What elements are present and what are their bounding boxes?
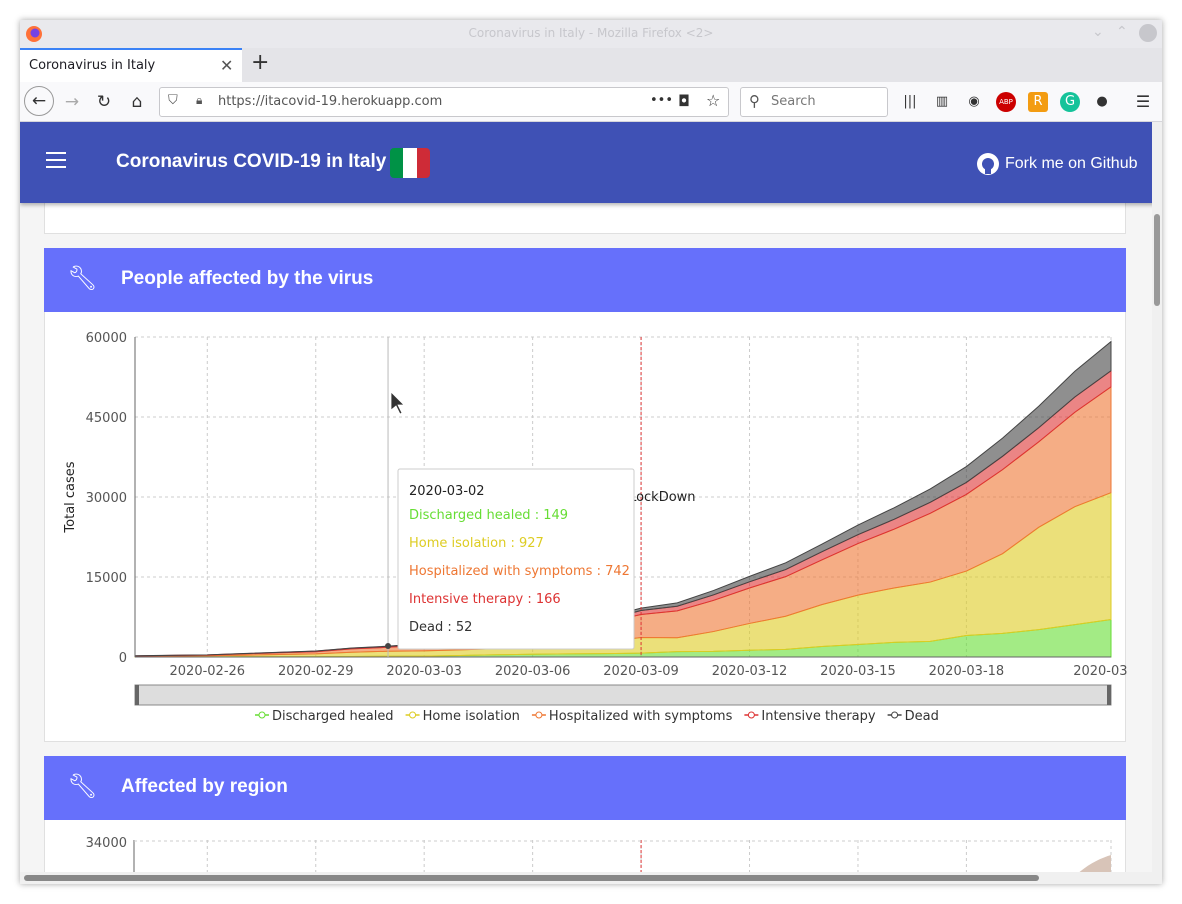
- people-affected-chart[interactable]: 0 15000 30000 45000 60000 2020-02-26 2020-02-2…: [45, 312, 1127, 742]
- tooltip-line: Hospitalized with symptoms : 742: [409, 564, 630, 579]
- x-tick-label: 2020-03-06: [495, 664, 571, 679]
- x-tick-label: 2020-03-09: [603, 664, 679, 679]
- tooltip-date: 2020-03-02: [409, 484, 485, 499]
- account-icon[interactable]: ◉: [964, 92, 984, 112]
- x-tick-label: 2020-03-12: [712, 664, 788, 679]
- tooltip-line: Discharged healed : 149: [409, 508, 568, 523]
- region-chart[interactable]: 34000: [45, 820, 1127, 872]
- minimize-icon[interactable]: ⌄: [1092, 24, 1104, 40]
- x-tick-label: 2020-02-26: [170, 664, 246, 679]
- people-affected-card: 🔧︎ People affected by the virus 0 15000 30…: [44, 248, 1127, 742]
- web-page: Coronavirus COVID-19 in Italy Fork me on…: [20, 122, 1152, 872]
- tab-coronavirus[interactable]: Coronavirus in Italy ✕: [20, 48, 242, 82]
- legend-marker: [535, 711, 543, 719]
- range-handle-left: [135, 685, 139, 705]
- legend-marker: [409, 711, 417, 719]
- y-axis-label: Total cases: [63, 461, 78, 533]
- legend-item: Home isolation: [423, 709, 520, 724]
- affected-by-region-card: 🔧︎ Affected by region 34000: [44, 756, 1126, 872]
- sidebar-icon[interactable]: ▥: [932, 92, 952, 112]
- legend-item: Intensive therapy: [761, 709, 876, 724]
- extension-balls-icon[interactable]: ●: [1092, 92, 1112, 112]
- menu-icon[interactable]: [46, 152, 66, 173]
- x-tick-label: 2020-03-15: [820, 664, 896, 679]
- y-tick-label: 45000: [86, 411, 127, 426]
- x-tick-label: 2020-03-03: [386, 664, 462, 679]
- github-link[interactable]: Fork me on Github: [1005, 155, 1138, 173]
- y-tick-label: 60000: [86, 331, 127, 346]
- card-header: 🔧︎ Affected by region: [44, 756, 1126, 820]
- x-tick-label: 2020-03-18: [929, 664, 1005, 679]
- title-bar: Coronavirus in Italy - Mozilla Firefox <…: [20, 20, 1162, 48]
- search-input[interactable]: ⚲ Search: [740, 87, 888, 117]
- new-tab-button[interactable]: +: [251, 50, 269, 75]
- scroll-thumb[interactable]: [24, 875, 1039, 881]
- legend-marker: [891, 711, 899, 719]
- app-title: Coronavirus COVID-19 in Italy: [116, 151, 387, 172]
- browser-window: Coronavirus in Italy - Mozilla Firefox <…: [20, 20, 1162, 884]
- hover-point: [385, 643, 392, 649]
- range-slider: [134, 684, 1112, 706]
- page-actions-icon[interactable]: •••: [650, 93, 673, 108]
- legend-marker: [747, 711, 755, 719]
- search-icon: ⚲: [749, 92, 760, 110]
- tab-title: Coronavirus in Italy: [29, 58, 156, 73]
- mouse-cursor-icon: [390, 391, 405, 415]
- region-area: [1079, 855, 1111, 872]
- horizontal-scrollbar[interactable]: [20, 872, 1162, 884]
- pocket-icon[interactable]: ◘: [678, 92, 690, 110]
- wrench-icon: 🔧︎: [67, 772, 98, 800]
- search-placeholder: Search: [771, 94, 816, 109]
- back-button[interactable]: ←: [24, 86, 54, 116]
- x-tick-label: 2020-03-22: [1073, 664, 1127, 679]
- scroll-thumb[interactable]: [1154, 214, 1160, 306]
- card-title: People affected by the virus: [121, 268, 374, 289]
- lock-icon[interactable]: 🔒︎: [196, 93, 202, 108]
- legend-item: Dead: [905, 709, 939, 724]
- y-tick-label: 0: [119, 651, 127, 666]
- tooltip-line: Intensive therapy : 166: [409, 592, 561, 607]
- card-header: 🔧︎ People affected by the virus: [44, 248, 1126, 312]
- app-header: Coronavirus COVID-19 in Italy Fork me on…: [20, 122, 1152, 203]
- vertical-scrollbar[interactable]: [1152, 122, 1162, 872]
- url-bar[interactable]: ⛉ 🔒︎ https://itacovid-19.herokuapp.com •…: [159, 87, 729, 117]
- hamburger-menu-icon[interactable]: ☰: [1133, 92, 1153, 112]
- legend-marker: [258, 711, 266, 719]
- tooltip-line: Home isolation : 927: [409, 536, 544, 551]
- legend-item: Hospitalized with symptoms: [549, 709, 733, 724]
- y-tick-label: 34000: [86, 836, 127, 851]
- navigation-toolbar: ← → ↻ ⌂ ⛉ 🔒︎ https://itacovid-19.herokua…: [20, 82, 1162, 122]
- url-text[interactable]: https://itacovid-19.herokuapp.com: [218, 94, 442, 109]
- forward-button[interactable]: →: [58, 88, 86, 116]
- tooltip-line: Dead : 52: [409, 620, 472, 635]
- y-tick-label: 15000: [86, 571, 127, 586]
- github-icon[interactable]: [976, 152, 1000, 176]
- card-title: Affected by region: [121, 776, 288, 797]
- legend-item: Discharged healed: [272, 709, 394, 724]
- range-handle-right: [1107, 685, 1111, 705]
- shield-icon[interactable]: ⛉: [168, 93, 178, 108]
- tab-bar: Coronavirus in Italy ✕ +: [20, 48, 1162, 82]
- maximize-icon[interactable]: ⌃: [1116, 24, 1128, 40]
- reload-button[interactable]: ↻: [90, 88, 118, 116]
- grammarly-icon[interactable]: G: [1060, 92, 1080, 112]
- adblock-icon[interactable]: ABP: [996, 92, 1016, 112]
- x-tick-label: 2020-02-29: [278, 664, 354, 679]
- y-tick-label: 30000: [86, 491, 127, 506]
- tab-close-icon[interactable]: ✕: [220, 56, 233, 75]
- extension-r-icon[interactable]: R: [1028, 92, 1048, 112]
- library-icon[interactable]: |||: [900, 92, 920, 112]
- window-title: Coronavirus in Italy - Mozilla Firefox <…: [468, 26, 714, 40]
- bookmark-star-icon[interactable]: ☆: [706, 91, 720, 110]
- italy-flag-icon: [390, 148, 430, 178]
- lockdown-marker-label: LockDown: [629, 490, 695, 505]
- chart-tooltip: 2020-03-02 Discharged healed : 149 Home is…: [397, 468, 635, 650]
- close-window-button[interactable]: [1139, 24, 1157, 42]
- home-button[interactable]: ⌂: [123, 88, 151, 116]
- wrench-icon: 🔧︎: [67, 264, 98, 292]
